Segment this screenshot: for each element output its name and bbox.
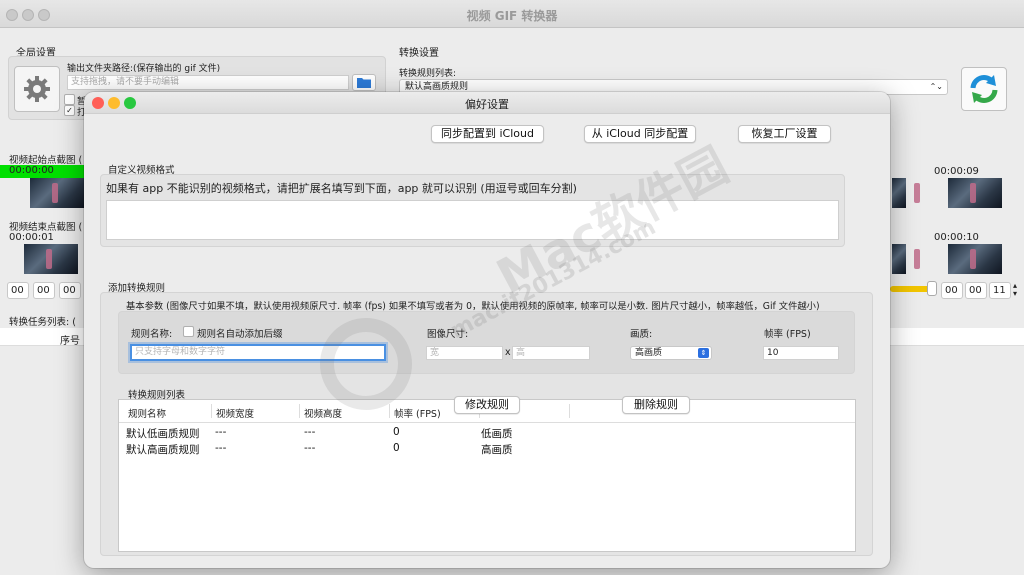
sync-to-icloud-button[interactable]: 同步配置到 iCloud — [431, 125, 544, 143]
convert-button[interactable] — [961, 67, 1007, 111]
column-divider — [299, 404, 300, 418]
cell-name: 默认低画质规则 — [126, 428, 200, 440]
start-frame-thumbnail[interactable] — [30, 178, 84, 208]
basic-params-label: 基本参数 (图像尺寸如果不填，默认使用视频原尺寸. 帧率 (fps) 如果不填写… — [126, 301, 820, 312]
auto-suffix-label: 规则名自动添加后缀 — [197, 329, 283, 340]
cell-quality: 低画质 — [481, 428, 513, 440]
start-hour-field[interactable]: 00 — [7, 282, 29, 299]
column-divider — [389, 404, 390, 418]
chevron-updown-icon: ⌃⌄ — [929, 82, 943, 91]
preferences-dialog: 偏好设置 同步配置到 iCloud 从 iCloud 同步配置 恢复工厂设置 自… — [84, 92, 890, 568]
refresh-icon — [970, 75, 998, 103]
output-folder-field[interactable]: 支持拖拽，请不要手动编辑 — [67, 75, 349, 90]
basic-params-panel — [118, 311, 855, 374]
column-divider — [211, 404, 212, 418]
sync-from-icloud-button[interactable]: 从 iCloud 同步配置 — [584, 125, 696, 143]
frame-thumbnail[interactable] — [948, 244, 1002, 274]
end-minute-field[interactable]: 00 — [965, 282, 987, 299]
convert-settings-label: 转换设置 — [399, 48, 439, 59]
quality-label: 画质: — [630, 329, 653, 340]
col-rule-name: 规则名称 — [128, 409, 167, 420]
settings-button[interactable] — [14, 66, 60, 112]
custom-format-textarea[interactable] — [106, 200, 839, 240]
output-folder-label: 输出文件夹路径:(保存输出的 gif 文件) — [67, 64, 221, 74]
option-checkbox-2[interactable]: ✓ — [64, 105, 75, 116]
height-input[interactable]: 高 — [512, 346, 590, 360]
dialog-titlebar: 偏好设置 — [84, 92, 890, 114]
quality-value: 高画质 — [635, 348, 663, 358]
cell-width: --- — [215, 442, 227, 454]
chevron-updown-icon: ⇕ — [698, 348, 709, 358]
col-video-height: 视频高度 — [304, 409, 343, 420]
cell-fps: 0 — [393, 442, 400, 454]
gear-icon — [24, 76, 50, 102]
rule-list-label: 转换规则列表: — [399, 69, 457, 79]
end-second-field[interactable]: 11 — [989, 282, 1011, 299]
start-second-field[interactable]: 00 — [59, 282, 81, 299]
cell-fps: 0 — [393, 426, 400, 438]
cell-width: --- — [215, 426, 227, 438]
right-time-1: 00:00:09 — [934, 166, 979, 177]
size-x-label: x — [505, 347, 511, 358]
delete-rule-button[interactable]: 删除规则 — [622, 396, 690, 414]
end-slider-knob[interactable] — [927, 281, 937, 296]
col-video-width: 视频宽度 — [216, 409, 255, 420]
stepper-icon[interactable]: ▴ ▾ — [1013, 282, 1017, 298]
window-title: 视频 GIF 转换器 — [466, 9, 558, 23]
start-minute-field[interactable]: 00 — [33, 282, 55, 299]
dialog-title: 偏好设置 — [465, 98, 509, 111]
rule-select-value: 默认高画质规则 — [405, 82, 469, 92]
header-divider — [119, 422, 855, 423]
cell-name: 默认高画质规则 — [126, 444, 200, 456]
end-hour-field[interactable]: 00 — [941, 282, 963, 299]
fps-input[interactable]: 10 — [763, 346, 839, 360]
width-input[interactable]: 宽 — [426, 346, 503, 360]
right-time-2: 00:00:10 — [934, 232, 979, 243]
frame-thumbnail[interactable] — [892, 244, 920, 274]
folder-icon — [357, 78, 371, 88]
frame-thumbnail[interactable] — [892, 178, 920, 208]
rules-table: 规则名称 视频宽度 视频高度 帧率 (FPS) 默认低画质规则 --- --- … — [118, 399, 856, 552]
choose-folder-button[interactable] — [352, 74, 376, 91]
cell-height: --- — [304, 442, 316, 454]
start-frame-label: 视频起始点截图 ( — [9, 155, 83, 166]
start-time: 00:00:00 — [9, 165, 54, 176]
option-checkbox-1[interactable] — [64, 94, 75, 105]
cell-quality: 高画质 — [481, 444, 513, 456]
reset-factory-button[interactable]: 恢复工厂设置 — [738, 125, 831, 143]
end-frame-label: 视频结束点截图 ( — [9, 222, 83, 233]
modify-rule-button[interactable]: 修改规则 — [454, 396, 520, 414]
image-size-label: 图像尺寸: — [427, 329, 469, 340]
fps-label: 帧率 (FPS) — [764, 329, 811, 340]
column-divider — [569, 404, 570, 418]
frame-thumbnail[interactable] — [948, 178, 1002, 208]
col-fps: 帧率 (FPS) — [394, 409, 441, 420]
rule-name-input[interactable]: 只支持字母和数字字符 — [130, 344, 386, 361]
end-frame-thumbnail[interactable] — [24, 244, 78, 274]
task-list-label: 转换任务列表: ( — [9, 317, 76, 328]
auto-suffix-checkbox[interactable] — [183, 326, 194, 337]
quality-select[interactable]: 高画质 ⇕ — [630, 346, 712, 360]
end-time: 00:00:01 — [9, 232, 54, 243]
custom-format-hint: 如果有 app 不能识别的视频格式，请把扩展名填写到下面，app 就可以识别 (… — [106, 182, 577, 195]
main-titlebar: 视频 GIF 转换器 — [0, 0, 1024, 28]
cell-height: --- — [304, 426, 316, 438]
rule-name-label: 规则名称: — [131, 329, 173, 340]
col-index: 序号 — [60, 336, 80, 347]
